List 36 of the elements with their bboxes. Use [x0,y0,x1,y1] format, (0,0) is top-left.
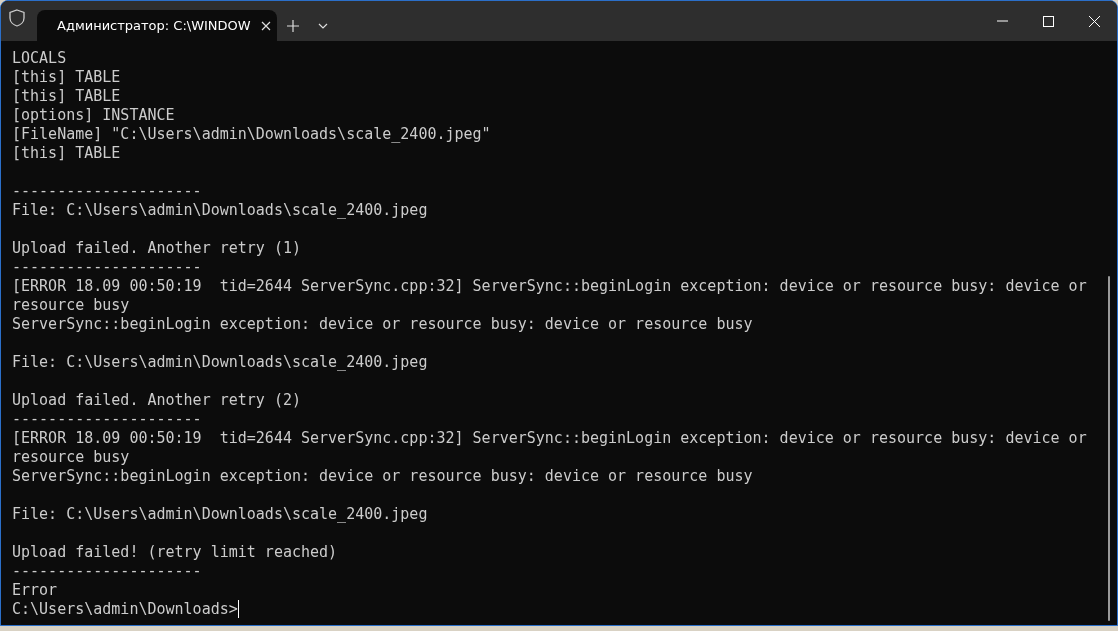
terminal-line: Upload failed. Another retry (1) [12,239,301,257]
close-icon [1088,15,1100,27]
terminal-line: ServerSync::beginLogin exception: device or resource busy: device or resource busy [12,315,753,333]
terminal-line: [this] TABLE [12,144,121,162]
terminal-line: resource busy [12,448,130,466]
terminal-line: File: C:\Users\admin\Downloads\scale_2400.jpeg [12,201,428,219]
terminal-tab[interactable]: Администратор: C:\WINDOW [37,10,277,41]
minimize-icon [996,20,1008,22]
text-cursor [237,600,239,618]
chevron-down-icon [318,22,328,29]
close-tab-button[interactable] [260,20,271,31]
shield-icon [9,9,25,27]
terminal-line: --------------------- [12,562,202,580]
terminal-line: resource busy [12,296,130,314]
command-prompt: C:\Users\admin\Downloads> [12,600,238,618]
close-icon [260,20,271,31]
terminal-line: [this] TABLE [12,87,121,105]
terminal-line: [ERROR 18.09 00:50:19 tid=2644 ServerSync.cpp:32] ServerSync::beginLogin exception: device or resource busy: device or [12,277,1087,295]
terminal-line: LOCALS [12,49,67,67]
terminal-line: [this] TABLE [12,68,121,86]
terminal-line: Upload failed. Another retry (2) [12,391,301,409]
scrollbar[interactable] [1108,276,1110,621]
tab-title: Администратор: C:\WINDOW [57,18,251,33]
terminal-line: Upload failed! (retry limit reached) [12,543,338,561]
terminal-line: ServerSync::beginLogin exception: device or resource busy: device or resource busy [12,467,753,485]
terminal-line: File: C:\Users\admin\Downloads\scale_2400.jpeg [12,353,428,371]
terminal-line: --------------------- [12,258,202,276]
maximize-icon [1042,15,1054,27]
terminal-line: [FileName] "C:\Users\admin\Downloads\scale_2400.jpeg" [12,125,491,143]
terminal-line: [options] INSTANCE [12,106,175,124]
terminal-line: --------------------- [12,410,202,428]
terminal-line: File: C:\Users\admin\Downloads\scale_2400.jpeg [12,505,428,523]
terminal-line: Error [12,581,58,599]
plus-icon [287,19,299,32]
terminal-line: --------------------- [12,182,202,200]
terminal-line: [ERROR 18.09 00:50:19 tid=2644 ServerSync.cpp:32] ServerSync::beginLogin exception: device or resource busy: device or [12,429,1087,447]
